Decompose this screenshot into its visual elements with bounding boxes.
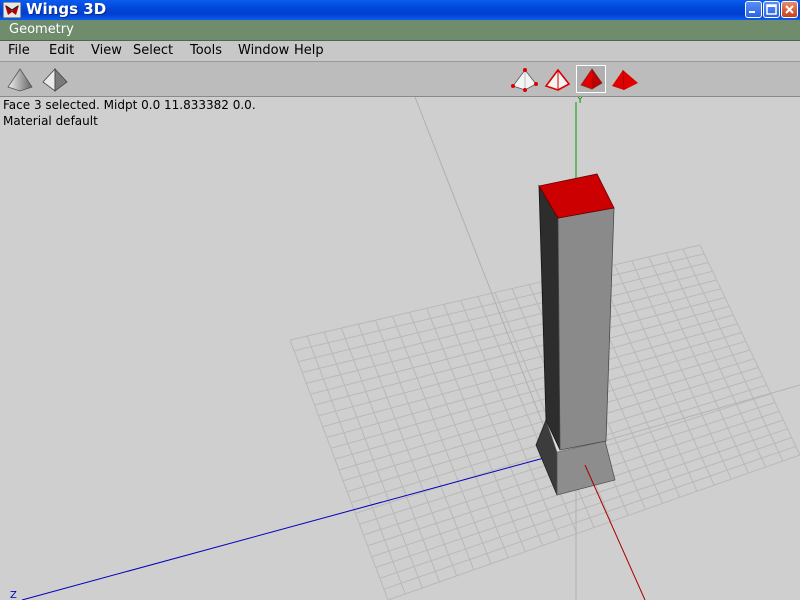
z-axis-label: Z <box>10 590 17 600</box>
toolbar <box>0 62 800 97</box>
geometry-viewport[interactable]: Y Z Face 3 selected. Midpt 0.0 11.833382… <box>0 97 800 600</box>
face-mode-icon <box>580 68 603 90</box>
vertex-mode-button[interactable] <box>509 65 539 93</box>
edge-mode-icon <box>544 68 571 91</box>
flat-shade-button[interactable] <box>40 65 70 93</box>
menu-bar: File Edit View Select Tools Window Help <box>0 41 800 62</box>
title-bar[interactable]: Wings 3D <box>0 0 800 20</box>
menu-window[interactable]: Window <box>238 42 289 59</box>
maximize-icon <box>766 4 777 15</box>
edge-mode-button[interactable] <box>542 65 572 93</box>
app-window: Wings 3D Geometry File Edit View Select … <box>0 0 800 600</box>
smooth-shade-icon <box>7 68 33 92</box>
flat-shade-icon <box>42 67 68 92</box>
body-mode-button[interactable] <box>610 65 640 93</box>
minimize-icon <box>749 11 755 13</box>
geometry-window-title: Geometry <box>9 22 74 37</box>
model-object[interactable] <box>535 173 616 496</box>
menu-select[interactable]: Select <box>133 42 173 59</box>
wings-app-icon <box>3 2 21 18</box>
minimize-button[interactable] <box>745 1 762 18</box>
scene-canvas[interactable] <box>0 97 800 600</box>
smooth-shade-button[interactable] <box>5 65 35 93</box>
maximize-button[interactable] <box>763 1 780 18</box>
menu-view[interactable]: View <box>91 42 122 59</box>
material-info-text: Material default <box>3 114 98 128</box>
selection-info-text: Face 3 selected. Midpt 0.0 11.833382 0.0… <box>3 98 256 112</box>
menu-file[interactable]: File <box>8 42 30 59</box>
menu-edit[interactable]: Edit <box>49 42 74 59</box>
menu-help[interactable]: Help <box>294 42 324 59</box>
vertex-mode-icon <box>511 68 538 92</box>
body-mode-icon <box>612 69 638 91</box>
window-title: Wings 3D <box>26 0 107 18</box>
close-button[interactable] <box>781 1 798 18</box>
face-mode-button[interactable] <box>576 65 606 93</box>
geometry-window-header[interactable]: Geometry <box>0 20 800 41</box>
menu-tools[interactable]: Tools <box>190 42 222 59</box>
column-front-face <box>557 207 615 451</box>
close-icon <box>785 5 794 14</box>
y-axis-label: Y <box>577 97 584 106</box>
